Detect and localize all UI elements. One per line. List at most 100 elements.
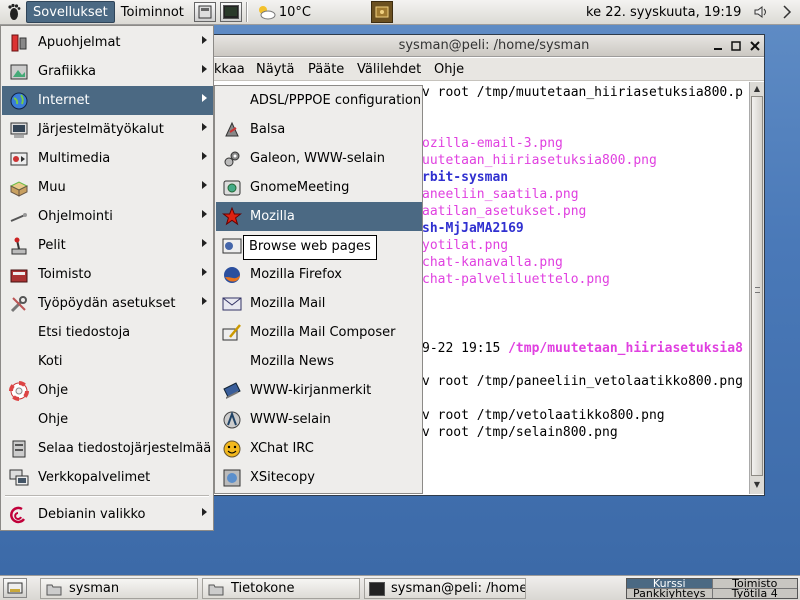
menu-item-mozilla[interactable]: Mozilla [216, 202, 422, 231]
menu-item-help-2[interactable]: Ohje [2, 405, 213, 434]
menu-item-home[interactable]: Koti [2, 347, 213, 376]
taskbar-item-computer[interactable]: Tietokone [202, 578, 360, 599]
window-title: sysman@peli: /home/sysman [398, 38, 590, 53]
menu-item-search-files[interactable]: Etsi tiedostoja [2, 318, 213, 347]
internet-submenu: ADSL/PPPOE configuration Balsa Galeon, W… [214, 85, 423, 494]
weather-applet[interactable]: 10°C [256, 4, 311, 20]
menu-item-adsl-pppoe[interactable]: ADSL/PPPOE configuration [216, 86, 422, 115]
menu-item-accessories[interactable]: Apuohjelmat [2, 28, 213, 57]
menu-edit[interactable]: kkaa [214, 62, 245, 77]
scroll-grip [755, 287, 760, 293]
terminal-line: sh-MjJaMA2169 [422, 221, 524, 236]
bottom-panel: sysman Tietokone sysman@peli: /home/ Kur… [0, 575, 800, 600]
folder-icon [45, 581, 63, 597]
menu-item-mozilla-mail[interactable]: Mozilla Mail [216, 289, 422, 318]
actions-menu-button[interactable]: Toiminnot [115, 1, 190, 23]
menu-item-graphics[interactable]: Grafiikka [2, 57, 213, 86]
menu-item-office[interactable]: Toimisto [2, 260, 213, 289]
maximize-icon[interactable] [728, 38, 744, 54]
multimedia-icon [8, 148, 30, 170]
applications-menu-button[interactable]: Sovellukset [26, 1, 115, 23]
menu-item-www-bookmarks[interactable]: WWW-kirjanmerkit [216, 376, 422, 405]
workspace-1[interactable]: Kurssi [627, 579, 712, 588]
terminal-line: v root /tmp/vetolaatikko800.png [422, 408, 665, 423]
menu-help[interactable]: Ohje [434, 62, 464, 77]
xsitecopy-icon [220, 467, 244, 489]
terminal-line: v root /tmp/muutetaan_hiiriasetuksia800.… [422, 85, 743, 100]
workspace-3[interactable]: Pankkiyhteys [627, 589, 712, 598]
menu-item-balsa[interactable]: Balsa [216, 115, 422, 144]
menu-item-galeon[interactable]: Galeon, WWW-selain [216, 144, 422, 173]
scroll-up-icon[interactable]: ▲ [752, 84, 762, 94]
terminal-line-path: /tmp/muutetaan_hiiriasetuksia8 [508, 341, 743, 356]
mozilla-browse-icon [220, 235, 244, 257]
taskbar-item-terminal[interactable]: sysman@peli: /home/ [364, 578, 526, 599]
terminal-line: ozilla-email-3.png [422, 136, 563, 151]
close-icon[interactable] [747, 38, 763, 54]
desktop-settings-icon [8, 293, 30, 315]
terminal-line: chat-palveliluettelo.png [422, 272, 610, 287]
terminal-launcher-icon[interactable] [219, 2, 242, 22]
terminal-titlebar[interactable]: sysman@peli: /home/sysman [214, 35, 764, 57]
programming-icon [8, 206, 30, 228]
volume-speaker-icon[interactable] [752, 3, 770, 25]
minimize-icon[interactable] [710, 38, 726, 54]
menu-item-xsitecopy[interactable]: XSitecopy [216, 463, 422, 492]
menu-item-programming[interactable]: Ohjelmointi [2, 202, 213, 231]
bookmarks-icon [220, 380, 244, 402]
terminal-line: aatilan_asetukset.png [422, 204, 587, 219]
empty-icon-slot [8, 351, 30, 373]
menu-item-www-browser[interactable]: WWW-selain [216, 405, 422, 434]
menu-item-games[interactable]: Pelit [2, 231, 213, 260]
terminal-line: aneeliin_saatila.png [422, 187, 579, 202]
panel-hide-arrow-icon[interactable] [782, 4, 792, 24]
scroll-down-icon[interactable]: ▼ [752, 480, 762, 490]
submenu-arrow-icon [202, 210, 207, 218]
workspace-4[interactable]: Työtila 4 [712, 589, 797, 598]
menu-item-xchat-irc[interactable]: XChat IRC [216, 434, 422, 463]
gnomemeeting-icon [220, 177, 244, 199]
menu-item-debian-menu[interactable]: Debianin valikko [2, 500, 213, 529]
mozilla-star-icon [220, 206, 244, 228]
menu-item-mozilla-news[interactable]: Mozilla News [216, 347, 422, 376]
other-box-icon [8, 177, 30, 199]
menu-terminal[interactable]: Pääte [308, 62, 344, 77]
scrollbar-thumb[interactable] [751, 96, 763, 476]
menu-item-mozilla-firefox[interactable]: Mozilla Firefox [216, 260, 422, 289]
weather-partly-cloudy-icon [258, 6, 276, 20]
submenu-arrow-icon [202, 152, 207, 160]
tooltip: Browse web pages [243, 235, 377, 260]
notification-applet-icon[interactable] [371, 1, 393, 23]
clock[interactable]: ke 22. syyskuuta, 19:19 [586, 5, 741, 20]
menu-view[interactable]: Näytä [256, 62, 294, 77]
taskbar-item-sysman[interactable]: sysman [40, 578, 198, 599]
menu-item-network-servers[interactable]: Verkkopalvelimet [2, 463, 213, 492]
menu-item-mozilla-mail-composer[interactable]: Mozilla Mail Composer [216, 318, 422, 347]
menu-item-system-tools[interactable]: Järjestelmätyökalut [2, 115, 213, 144]
menu-item-desktop-settings[interactable]: Työpöydän asetukset [2, 289, 213, 318]
empty-icon-slot [8, 409, 30, 431]
show-desktop-icon[interactable] [3, 578, 27, 598]
xchat-smiley-icon [220, 438, 244, 460]
panel-separator [245, 2, 248, 22]
gnome-foot-icon[interactable] [3, 1, 25, 23]
terminal-line: 9-22 19:15 /tmp/muutetaan_hiiriasetuksia… [422, 341, 743, 356]
menu-item-gnomemeeting[interactable]: GnomeMeeting [216, 173, 422, 202]
accessories-icon [8, 32, 30, 54]
terminal-line: v root /tmp/selain800.png [422, 425, 618, 440]
submenu-arrow-icon [202, 239, 207, 247]
menu-item-help[interactable]: Ohje [2, 376, 213, 405]
menu-item-browse-filesystem[interactable]: Selaa tiedostojärjestelmää [2, 434, 213, 463]
mail-composer-icon [220, 322, 244, 344]
menu-item-multimedia[interactable]: Multimedia [2, 144, 213, 173]
submenu-arrow-icon [202, 268, 207, 276]
file-manager-launcher-icon[interactable] [193, 2, 216, 22]
weather-temperature: 10°C [278, 4, 311, 20]
menu-item-internet[interactable]: Internet [2, 86, 213, 115]
terminal-scrollbar[interactable]: ▲ ▼ [749, 82, 764, 494]
terminal-menubar: kkaa Näytä Pääte Välilehdet Ohje [214, 58, 764, 81]
menu-item-other[interactable]: Muu [2, 173, 213, 202]
workspace-2[interactable]: Toimisto [712, 579, 797, 588]
workspace-pager[interactable]: Kurssi Toimisto Pankkiyhteys Työtila 4 [626, 578, 798, 599]
menu-tabs[interactable]: Välilehdet [357, 62, 421, 77]
